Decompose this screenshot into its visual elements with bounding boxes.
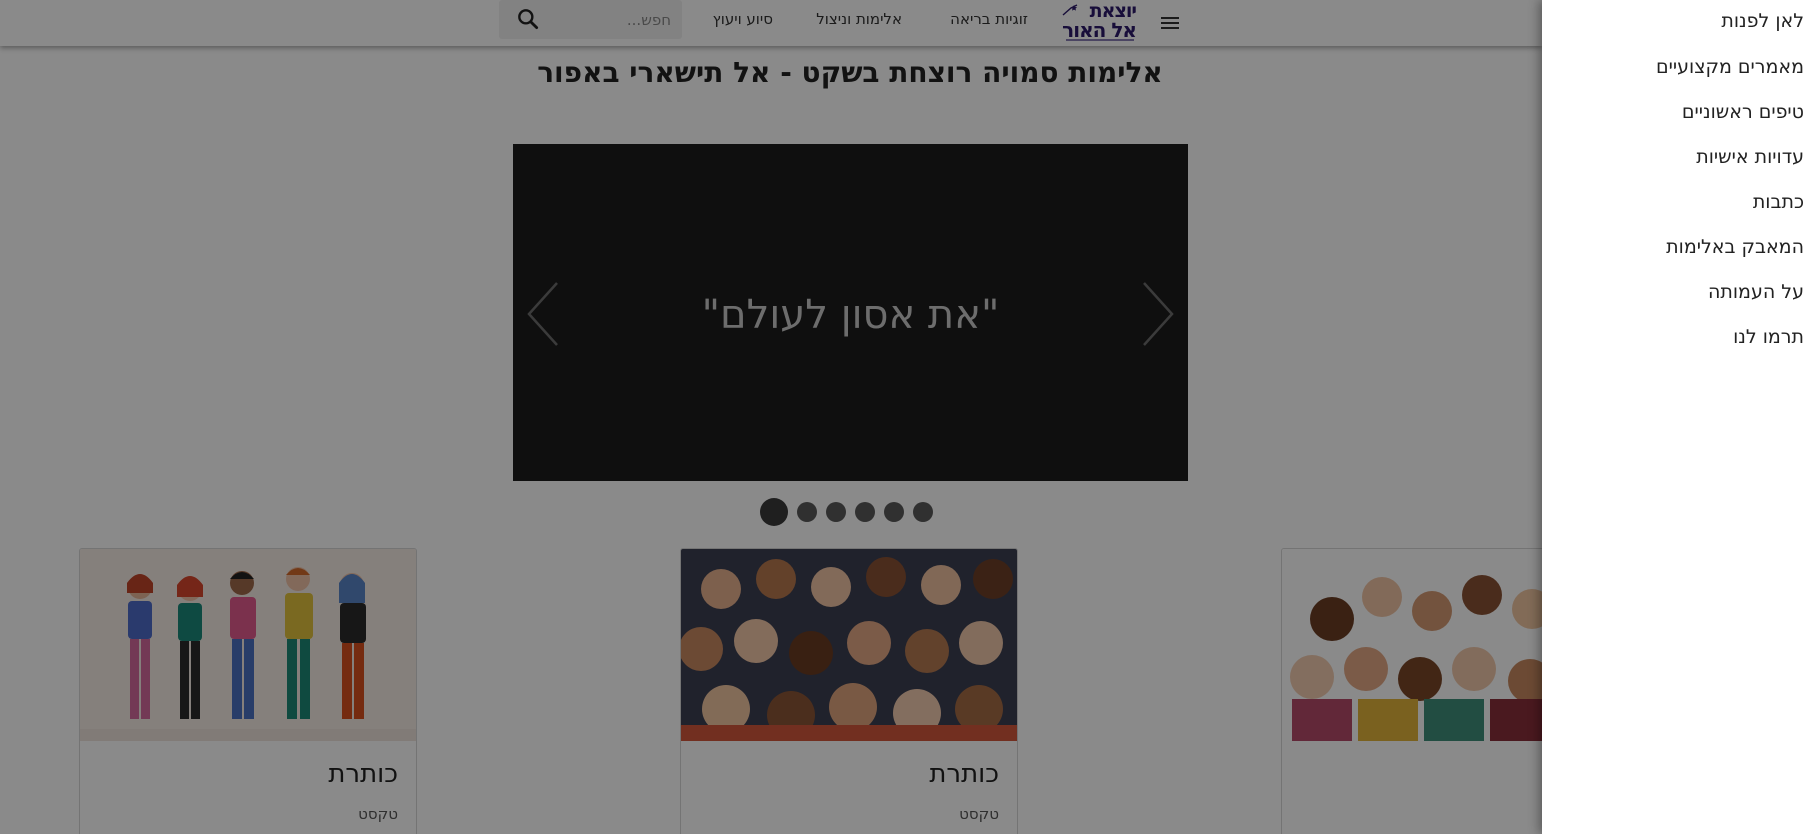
navigation-drawer: לאן לפנות מאמרים מקצועיים טיפים ראשוניים…: [1542, 0, 1812, 834]
drawer-item-fight-violence[interactable]: המאבק באלימות: [1666, 230, 1804, 264]
drawer-item-donate[interactable]: תרמו לנו: [1733, 320, 1804, 354]
drawer-item-first-tips[interactable]: טיפים ראשוניים: [1682, 95, 1804, 129]
drawer-item-about[interactable]: על העמותה: [1708, 275, 1804, 309]
drawer-scrim[interactable]: [0, 0, 1542, 834]
drawer-item-where-to-turn[interactable]: לאן לפנות: [1721, 4, 1804, 38]
drawer-item-professional-articles[interactable]: מאמרים מקצועיים: [1656, 50, 1804, 84]
drawer-item-news-articles[interactable]: כתבות: [1753, 185, 1804, 219]
drawer-item-personal-stories[interactable]: עדויות אישיות: [1696, 140, 1804, 174]
